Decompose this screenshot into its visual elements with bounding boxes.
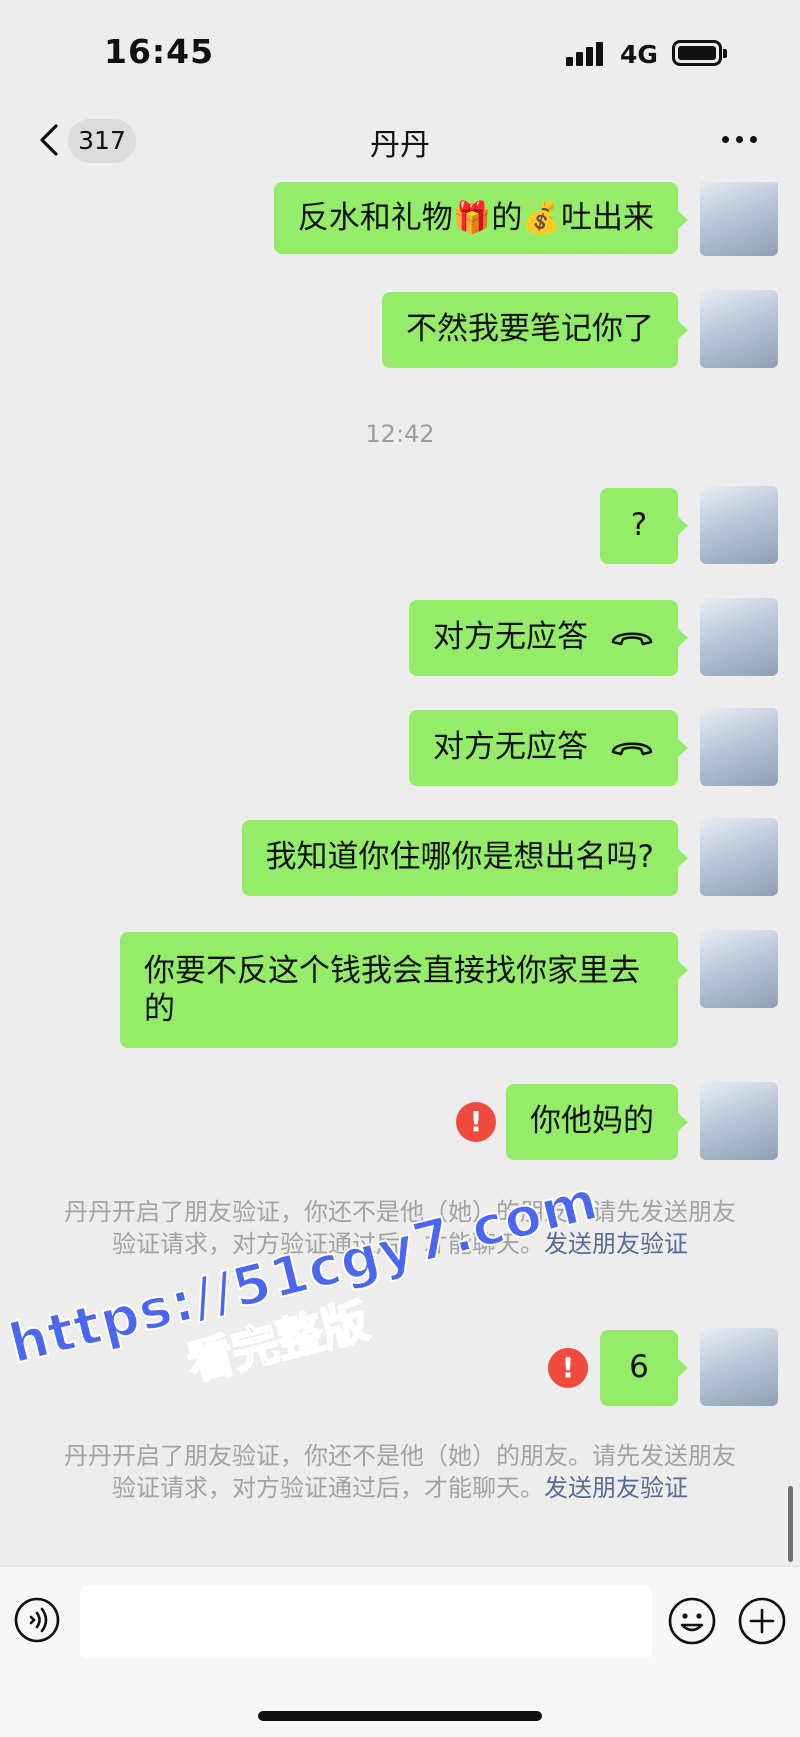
avatar[interactable] bbox=[700, 930, 778, 1008]
network-label: 4G bbox=[620, 40, 658, 69]
plus-icon[interactable] bbox=[738, 1597, 786, 1645]
message-bubble[interactable]: 我知道你住哪你是想出名吗? bbox=[241, 820, 689, 896]
system-notice: 丹丹开启了朋友验证，你还不是他（她）的朋友。请先发送朋友验证请求，对方验证通过后… bbox=[60, 1440, 740, 1504]
chat-title: 丹丹 bbox=[370, 128, 430, 163]
signal-icon bbox=[566, 40, 612, 66]
call-declined-icon bbox=[611, 632, 653, 646]
avatar[interactable] bbox=[700, 1082, 778, 1160]
message-text: 反水和礼物🎁的💰吐出来 bbox=[297, 200, 654, 236]
message-bubble[interactable]: 你要不反这个钱我会直接找你家里去的 bbox=[120, 932, 688, 1048]
message-text: ? bbox=[630, 507, 648, 543]
message-bubble[interactable]: 反水和礼物🎁的💰吐出来 bbox=[273, 182, 689, 254]
more-dots-icon[interactable] bbox=[722, 136, 758, 146]
call-declined-icon bbox=[611, 742, 653, 756]
message-list[interactable]: 反水和礼物🎁的💰吐出来 不然我要笔记你了 12:42 ? 对方无应答 对方无应答… bbox=[0, 182, 800, 1566]
avatar[interactable] bbox=[700, 598, 778, 676]
voice-icon[interactable] bbox=[14, 1597, 60, 1643]
status-bar: 16:45 4G bbox=[0, 0, 800, 100]
emoji-icon[interactable] bbox=[668, 1597, 716, 1645]
message-text: 不然我要笔记你了 bbox=[406, 311, 654, 347]
system-notice: 丹丹开启了朋友验证，你还不是他（她）的朋友。请先发送朋友验证请求，对方验证通过后… bbox=[60, 1196, 740, 1260]
message-bubble[interactable]: 对方无应答 bbox=[409, 600, 688, 676]
scrollbar[interactable] bbox=[788, 1486, 793, 1562]
avatar[interactable] bbox=[700, 486, 778, 564]
message-bubble[interactable]: 6 bbox=[600, 1330, 688, 1406]
message-text: 我知道你住哪你是想出名吗? bbox=[265, 839, 654, 875]
message-input[interactable] bbox=[80, 1585, 652, 1659]
input-bar bbox=[0, 1566, 800, 1737]
avatar[interactable] bbox=[700, 1328, 778, 1406]
message-text: 你要不反这个钱我会直接找你家里去的 bbox=[144, 953, 640, 1027]
friend-verify-link[interactable]: 发送朋友验证 bbox=[544, 1474, 688, 1502]
message-bubble[interactable]: ? bbox=[600, 488, 688, 564]
avatar[interactable] bbox=[700, 708, 778, 786]
nav-bar: 317 丹丹 bbox=[0, 100, 800, 182]
timestamp: 12:42 bbox=[365, 420, 435, 448]
message-bubble[interactable]: 对方无应答 bbox=[409, 710, 688, 786]
message-text: 对方无应答 bbox=[433, 619, 588, 655]
avatar[interactable] bbox=[700, 818, 778, 896]
error-icon[interactable]: ! bbox=[548, 1348, 588, 1388]
error-icon[interactable]: ! bbox=[456, 1102, 496, 1142]
message-text: 6 bbox=[629, 1349, 649, 1385]
message-text: 对方无应答 bbox=[433, 729, 588, 765]
message-bubble[interactable]: 你他妈的 bbox=[506, 1084, 688, 1160]
message-text: 你他妈的 bbox=[530, 1103, 654, 1139]
home-indicator[interactable] bbox=[258, 1711, 542, 1721]
message-bubble[interactable]: 不然我要笔记你了 bbox=[382, 292, 688, 368]
status-time: 16:45 bbox=[104, 32, 215, 71]
avatar[interactable] bbox=[700, 290, 778, 368]
avatar[interactable] bbox=[700, 182, 778, 256]
friend-verify-link[interactable]: 发送朋友验证 bbox=[544, 1230, 688, 1258]
battery-icon bbox=[672, 40, 727, 66]
